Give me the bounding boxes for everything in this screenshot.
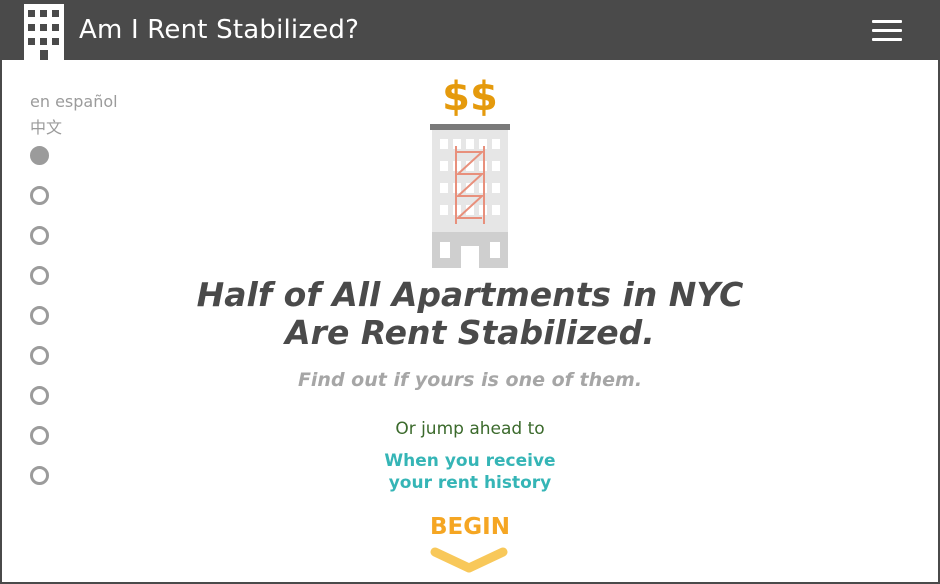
dollar-signs: $$ [442, 74, 498, 120]
jump-link-rent-history[interactable]: When you receive [270, 451, 670, 471]
subheading: Find out if yours is one of them. [297, 369, 643, 391]
language-link-spanish[interactable]: en español [30, 92, 118, 111]
language-link-chinese[interactable]: 中文 [30, 114, 62, 138]
jump-ahead-label: Or jump ahead to [395, 419, 545, 439]
step-dot-9[interactable] [30, 466, 49, 485]
hamburger-menu-icon[interactable] [872, 20, 902, 42]
headline-line-2: Are Rent Stabilized. [285, 313, 655, 352]
step-dot-5[interactable] [30, 306, 49, 325]
step-dot-3[interactable] [30, 226, 49, 245]
step-dot-8[interactable] [30, 426, 49, 445]
step-dot-6[interactable] [30, 346, 49, 365]
apartment-building-with-dollar-signs-icon: $$ [430, 74, 510, 268]
app-title[interactable]: Am I Rent Stabilized? [79, 15, 359, 45]
building-icon[interactable] [24, 4, 64, 60]
step-dot-7[interactable] [30, 386, 49, 405]
begin-button[interactable]: BEGIN [370, 514, 570, 540]
chevron-down-icon[interactable] [429, 546, 509, 576]
top-bar: Am I Rent Stabilized? [0, 0, 940, 60]
headline-line-1: Half of All Apartments in NYC [196, 275, 744, 314]
step-dot-4[interactable] [30, 266, 49, 285]
jump-link-rent-history-line-2[interactable]: your rent history [270, 473, 670, 493]
step-dot-2[interactable] [30, 186, 49, 205]
step-dot-1[interactable] [30, 146, 49, 165]
